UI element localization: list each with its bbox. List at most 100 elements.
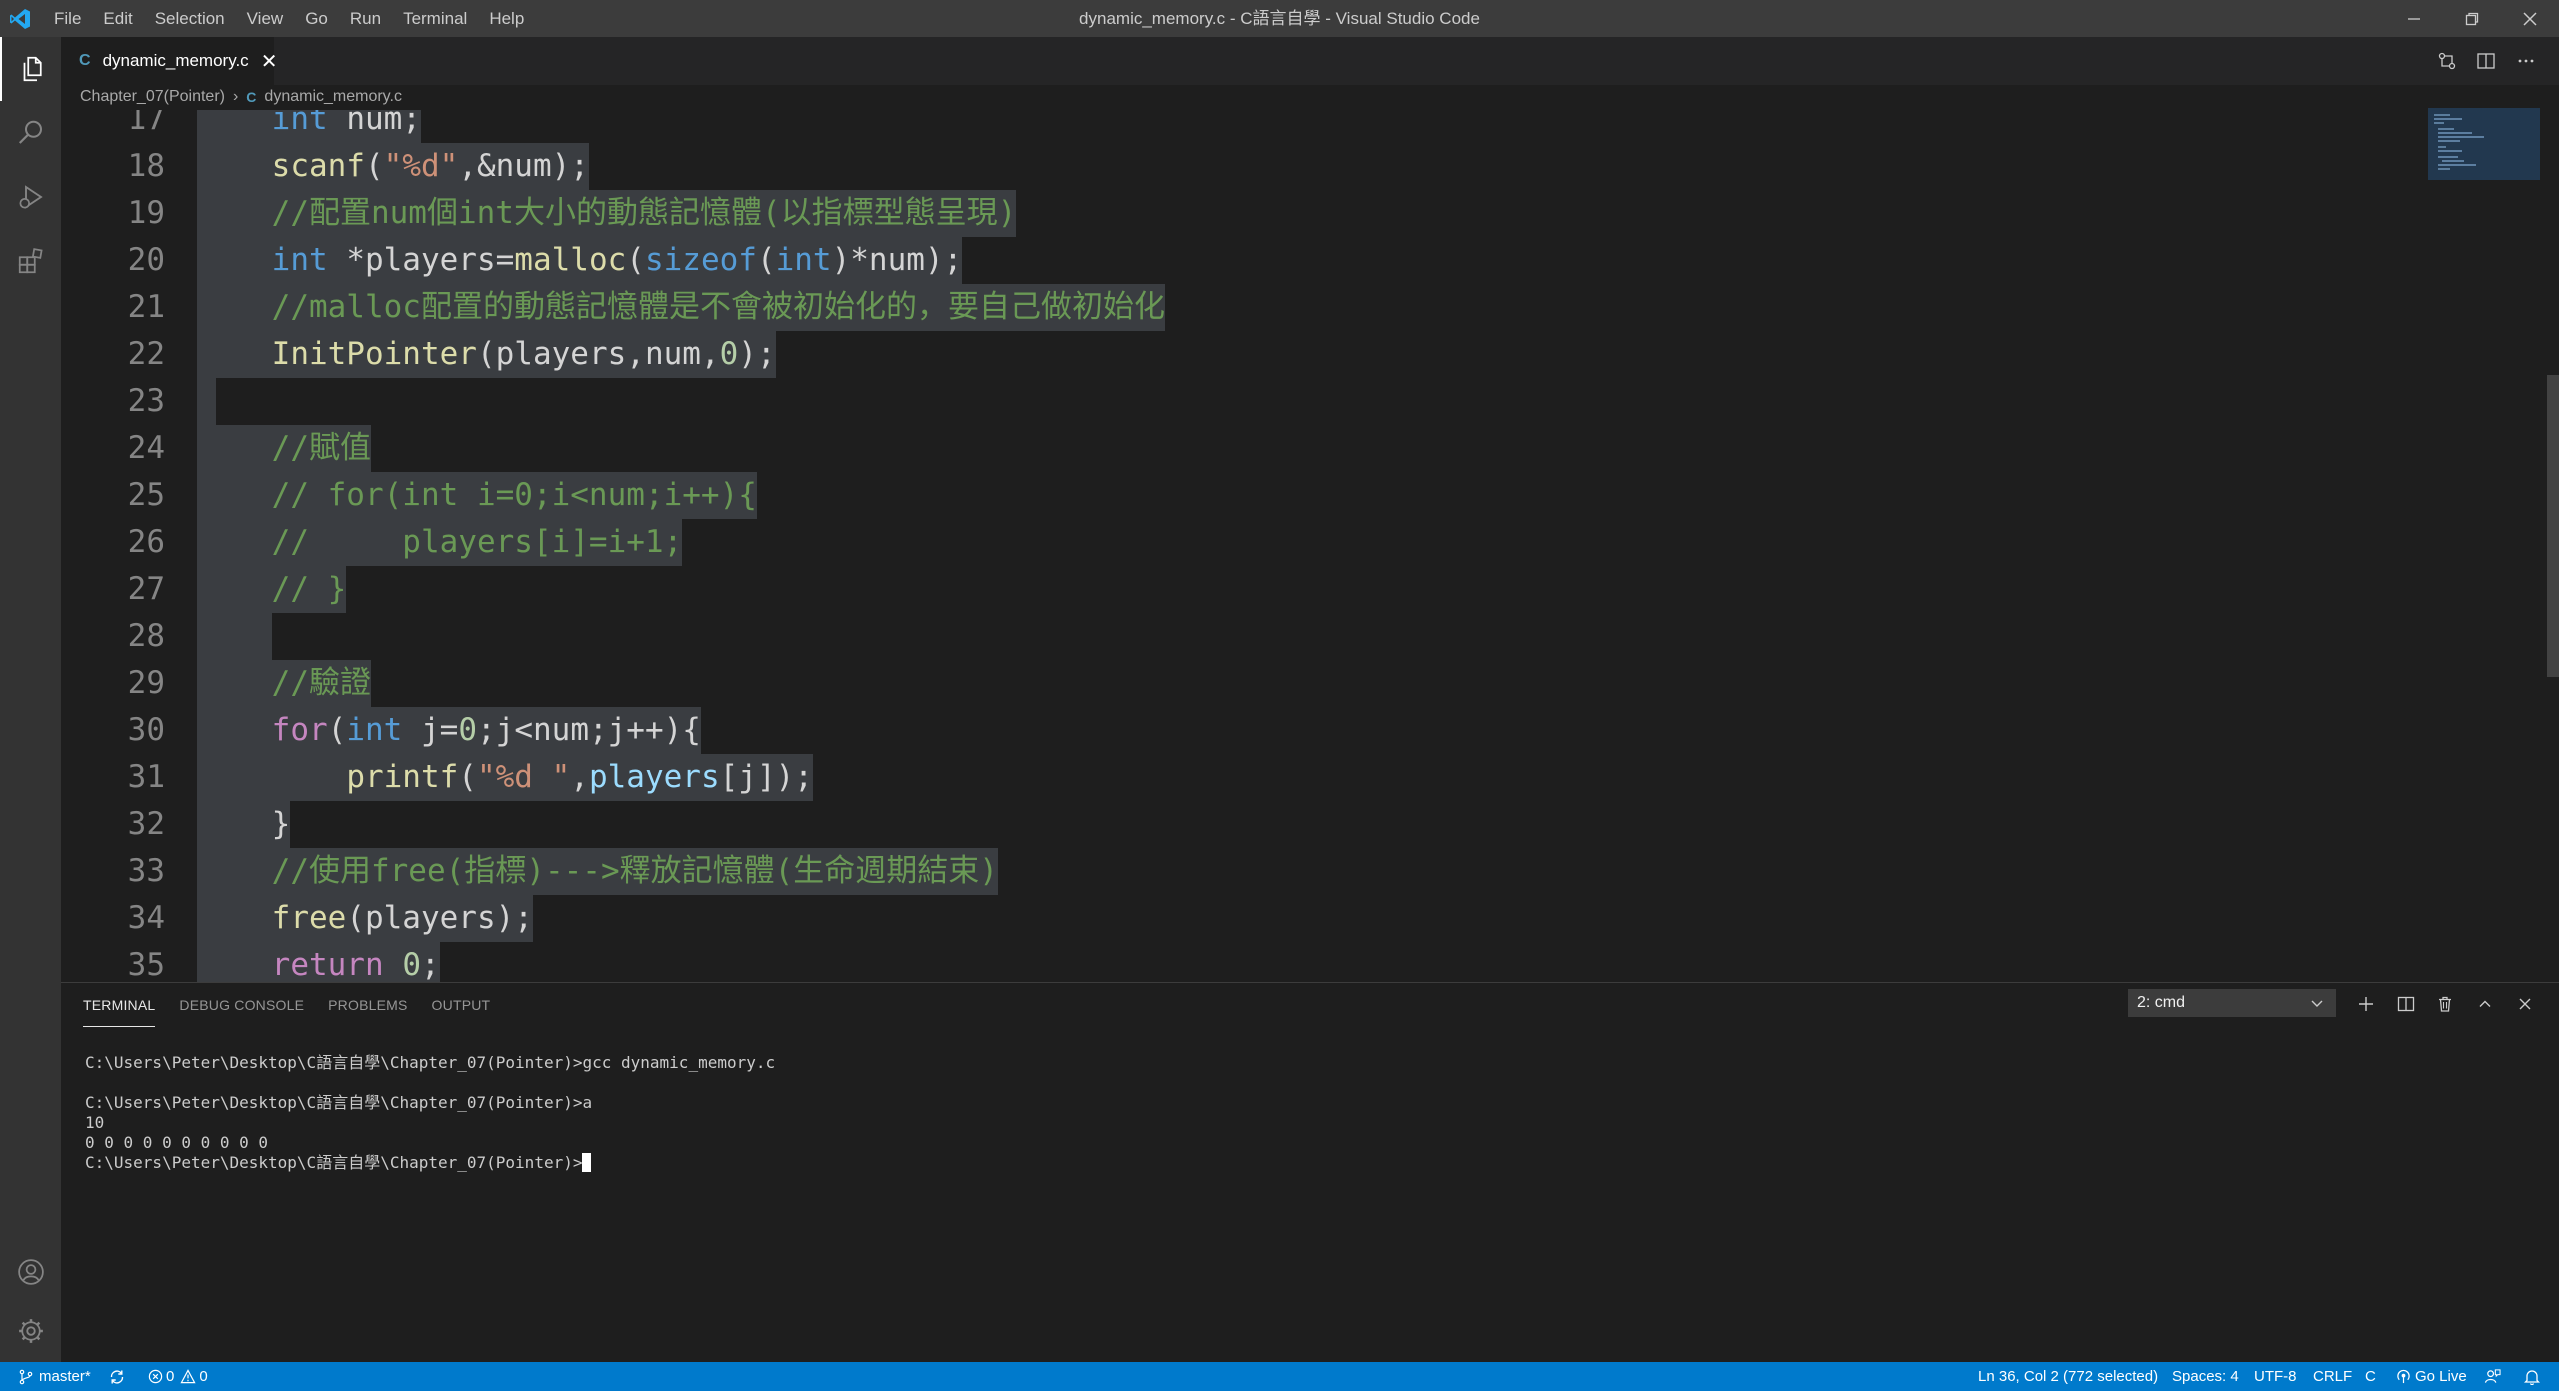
trash-icon — [2439, 996, 2451, 1012]
encoding[interactable]: UTF-8 — [2254, 1362, 2297, 1391]
line-number: 18 — [127, 148, 165, 184]
source-control-branch[interactable]: master* — [18, 1362, 91, 1391]
code-line: 26 // players[i]=i+1; — [61, 519, 2536, 566]
breadcrumb-folder[interactable]: Chapter_07(Pointer) — [80, 88, 225, 106]
code-text: for(int j=0;j<num;j++){ — [197, 707, 701, 754]
split-terminal-button[interactable] — [2391, 989, 2421, 1019]
terminal-line: 10 — [85, 1113, 105, 1132]
go-live-button[interactable]: Go Live — [2396, 1362, 2467, 1391]
line-number: 19 — [127, 195, 165, 231]
menu-selection[interactable]: Selection — [144, 0, 236, 37]
tab-close-icon[interactable]: ✕ — [261, 49, 278, 74]
close-icon — [2519, 998, 2531, 1010]
terminal-select[interactable]: 2: cmd — [2128, 989, 2336, 1017]
code-line: 28 — [61, 613, 2536, 660]
status-bar: master* 0 0 Ln 36, Col 2 (772 selected) … — [0, 1362, 2559, 1391]
c-file-icon: C — [246, 89, 257, 105]
code-editor[interactable]: 17 int num; 18 scanf("%d",&num); 19 //配置… — [61, 110, 2536, 982]
line-number: 33 — [127, 853, 165, 889]
bottom-panel: TERMINAL DEBUG CONSOLE PROBLEMS OUTPUT 2… — [61, 982, 2559, 1362]
menu-terminal[interactable]: Terminal — [392, 0, 478, 37]
menu-help[interactable]: Help — [478, 0, 535, 37]
split-editor-button[interactable] — [2471, 46, 2501, 76]
menu-file[interactable]: File — [43, 0, 92, 37]
terminal-prompt: C:\Users\Peter\Desktop\C語言自學\Chapter_07(… — [85, 1153, 583, 1172]
code-text — [197, 378, 216, 425]
problems-indicator[interactable]: 0 0 — [148, 1362, 208, 1391]
close-panel-button[interactable] — [2510, 989, 2540, 1019]
code-line: 32 } — [61, 801, 2536, 848]
breadcrumb-separator: › — [232, 88, 239, 105]
line-number: 29 — [127, 665, 165, 701]
code-line: 27 // } — [61, 566, 2536, 613]
editor-scrollbar-thumb[interactable] — [2547, 375, 2559, 677]
code-text: int num; — [197, 110, 421, 143]
tab-label: dynamic_memory.c — [102, 51, 249, 70]
code-line: 20 int *players=malloc(sizeof(int)*num); — [61, 237, 2536, 284]
tab-terminal[interactable]: TERMINAL — [83, 983, 156, 1027]
terminal-select-value: 2: cmd — [2137, 994, 2186, 1011]
restore-button[interactable] — [2443, 0, 2501, 37]
line-number: 20 — [127, 242, 165, 278]
search-button[interactable] — [0, 101, 61, 165]
maximize-panel-button[interactable] — [2470, 989, 2500, 1019]
compare-changes-icon — [2438, 52, 2456, 70]
terminal-cursor — [582, 1153, 592, 1172]
code-line: 25 // for(int i=0;i<num;i++){ — [61, 472, 2536, 519]
manage-button[interactable] — [0, 1299, 61, 1363]
line-number: 31 — [127, 759, 165, 795]
sync-button[interactable] — [108, 1362, 126, 1391]
tweet-feedback-button[interactable] — [2484, 1362, 2501, 1391]
explorer-button[interactable] — [0, 37, 61, 101]
git-branch-icon — [19, 1369, 33, 1384]
panel-tab-list: TERMINAL DEBUG CONSOLE PROBLEMS OUTPUT — [83, 983, 514, 1027]
close-icon — [2523, 11, 2537, 26]
line-number: 21 — [127, 289, 165, 325]
line-number: 22 — [127, 336, 165, 372]
notifications-button[interactable] — [2524, 1362, 2540, 1391]
line-number: 32 — [127, 806, 165, 842]
menu-go[interactable]: Go — [294, 0, 339, 37]
kill-terminal-button[interactable] — [2430, 989, 2460, 1019]
indentation[interactable]: Spaces: 4 — [2172, 1362, 2239, 1391]
menu-edit[interactable]: Edit — [92, 0, 143, 37]
close-window-button[interactable] — [2501, 0, 2559, 37]
open-changes-button[interactable] — [2432, 46, 2462, 76]
error-count: 0 — [166, 1368, 175, 1385]
tab-debug-console[interactable]: DEBUG CONSOLE — [179, 983, 304, 1027]
broadcast-icon — [2397, 1369, 2410, 1384]
accounts-button[interactable] — [0, 1240, 61, 1304]
code-text: //使用free(指標)--->釋放記憶體(生命週期結束) — [197, 848, 998, 895]
run-debug-button[interactable] — [0, 165, 61, 229]
code-line: 19 //配置num個int大小的動態記憶體(以指標型態呈現) — [61, 190, 2536, 237]
breadcrumb-file[interactable]: dynamic_memory.c — [264, 88, 402, 106]
ellipsis-icon — [2518, 59, 2534, 63]
language-mode[interactable]: C — [2365, 1362, 2376, 1391]
code-line: 30 for(int j=0;j<num;j++){ — [61, 707, 2536, 754]
new-terminal-button[interactable] — [2351, 989, 2381, 1019]
terminal-output[interactable]: C:\Users\Peter\Desktop\C語言自學\Chapter_07(… — [85, 1053, 775, 1173]
minimize-button[interactable] — [2385, 0, 2443, 37]
editor-tab-bar: C dynamic_memory.c ✕ — [61, 37, 2559, 85]
code-text: free(players); — [197, 895, 533, 942]
code-line: 22 InitPointer(players,num,0); — [61, 331, 2536, 378]
code-text: //賦值 — [197, 425, 371, 472]
end-of-line[interactable]: CRLF — [2313, 1362, 2352, 1391]
tab-dynamic-memory[interactable]: C dynamic_memory.c ✕ — [61, 37, 277, 85]
line-number: 34 — [127, 900, 165, 936]
terminal-line: 0 0 0 0 0 0 0 0 0 0 — [85, 1133, 269, 1152]
menu-run[interactable]: Run — [339, 0, 392, 37]
tab-output[interactable]: OUTPUT — [432, 983, 491, 1027]
terminal-line: C:\Users\Peter\Desktop\C語言自學\Chapter_07(… — [85, 1093, 593, 1112]
code-text: // for(int i=0;i<num;i++){ — [197, 472, 757, 519]
menu-view[interactable]: View — [236, 0, 295, 37]
title-bar: File Edit Selection View Go Run Terminal… — [0, 0, 2559, 37]
more-actions-button[interactable] — [2511, 46, 2541, 76]
code-text: // players[i]=i+1; — [197, 519, 683, 566]
code-line: 17 int num; — [61, 110, 2536, 143]
tab-problems[interactable]: PROBLEMS — [328, 983, 407, 1027]
restore-icon — [2465, 12, 2479, 25]
menu-bar: File Edit Selection View Go Run Terminal… — [43, 0, 535, 37]
extensions-button[interactable] — [0, 229, 61, 293]
cursor-position[interactable]: Ln 36, Col 2 (772 selected) — [1978, 1362, 2158, 1391]
